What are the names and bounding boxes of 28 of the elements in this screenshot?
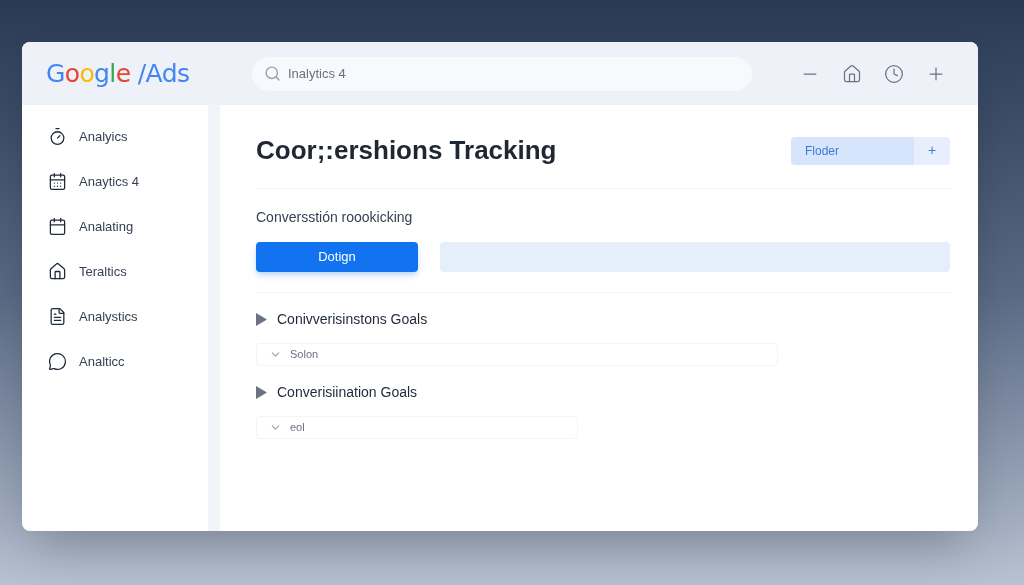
document-icon	[48, 307, 67, 326]
dropdown-field[interactable]: Solon	[256, 343, 778, 366]
chat-bubble-icon	[48, 352, 67, 371]
sidebar-item[interactable]: Analystics	[48, 305, 208, 328]
caret-right-icon	[256, 385, 267, 399]
house-icon	[48, 262, 67, 281]
home-icon[interactable]	[842, 63, 862, 84]
input-field[interactable]	[440, 242, 950, 272]
add-button[interactable]: +	[914, 136, 950, 165]
calendar-icon	[48, 217, 67, 236]
subtitle: Conversstión roookicking	[256, 208, 414, 227]
sidebar-item[interactable]: Analating	[48, 215, 208, 238]
timer-icon	[48, 127, 67, 146]
sidebar-item[interactable]: Teraltics	[48, 260, 208, 283]
sidebar-item[interactable]: Analticc	[48, 350, 208, 373]
search-icon	[264, 64, 281, 82]
sidebar-item[interactable]: Analyics	[48, 125, 208, 148]
page-title: Coor;:ershions Tracking	[256, 134, 557, 167]
primary-button[interactable]: Dotign	[256, 242, 418, 272]
dropdown-field[interactable]: eol	[256, 416, 578, 439]
clock-icon[interactable]	[884, 63, 904, 84]
calendar-icon	[48, 172, 67, 191]
accordion-header[interactable]: Conivverisinstons Goals	[256, 307, 950, 331]
search-field[interactable]: Inalytics 4	[252, 56, 752, 91]
caret-right-icon	[256, 312, 267, 326]
accordion-header[interactable]: Converisiination Goals	[256, 380, 950, 404]
sidebar-item[interactable]: Anaytics 4	[48, 170, 208, 193]
logo: Google /Ads	[46, 58, 190, 88]
